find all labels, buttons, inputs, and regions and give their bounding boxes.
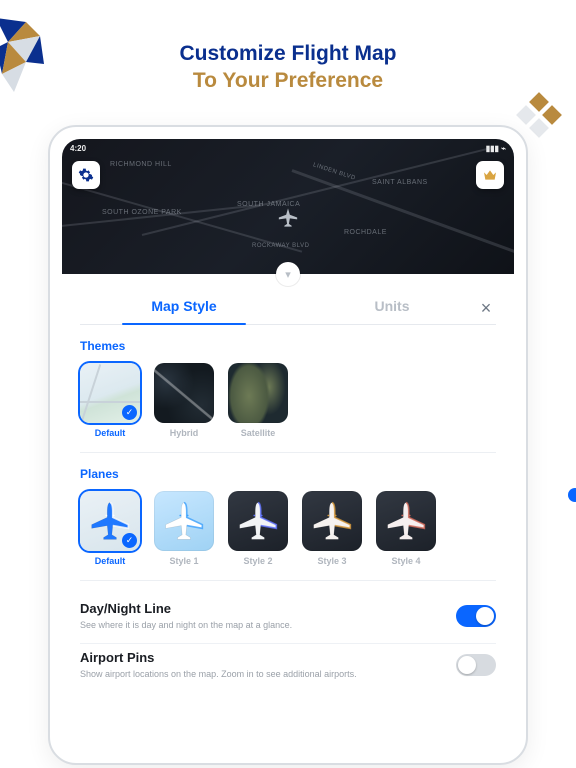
map-settings-button[interactable] <box>72 161 100 189</box>
check-icon: ✓ <box>122 405 137 420</box>
tablet-screen: 4:20 ▮▮▮ ⌁ RICHMOND HILL SOUTH OZONE PAR… <box>62 139 514 751</box>
plane-option-3[interactable]: Style 3 <box>302 491 362 566</box>
map-area[interactable]: 4:20 ▮▮▮ ⌁ RICHMOND HILL SOUTH OZONE PAR… <box>62 139 514 274</box>
map-label: SAINT ALBANS <box>372 179 428 186</box>
sheet-handle[interactable]: ▾ <box>276 262 300 286</box>
plane-option-4[interactable]: Style 4 <box>376 491 436 566</box>
plane-label: Style 2 <box>243 556 272 566</box>
status-bar: 4:20 ▮▮▮ ⌁ <box>62 139 514 155</box>
theme-label: Satellite <box>241 428 276 438</box>
toggle-row-0: Day/Night Line See where it is day and n… <box>80 595 496 644</box>
divider <box>80 452 496 453</box>
toggle-desc: Show airport locations on the map. Zoom … <box>80 668 357 680</box>
toggle-switch[interactable] <box>456 605 496 627</box>
toggle-knob <box>476 607 494 625</box>
toggle-knob <box>458 656 476 674</box>
map-label: RICHMOND HILL <box>110 161 172 168</box>
toggle-row-1: Airport Pins Show airport locations on t… <box>80 644 496 692</box>
theme-option-satellite[interactable]: Satellite <box>228 363 288 438</box>
plane-option-2[interactable]: Style 2 <box>228 491 288 566</box>
theme-option-default[interactable]: ✓ Default <box>80 363 140 438</box>
plane-label: Style 4 <box>391 556 420 566</box>
map-label: Rockaway Blvd <box>252 243 309 249</box>
toggle-desc: See where it is day and night on the map… <box>80 619 292 631</box>
map-premium-button[interactable] <box>476 161 504 189</box>
settings-sheet: Map Style Units × Themes ✓ Default <box>62 274 514 751</box>
toggle-switch[interactable] <box>456 654 496 676</box>
toggle-title: Airport Pins <box>80 650 357 665</box>
themes-heading: Themes <box>80 339 496 353</box>
plane-option-1[interactable]: Style 1 <box>154 491 214 566</box>
crown-icon <box>482 167 498 183</box>
plane-icon <box>154 491 214 551</box>
themes-section: Themes ✓ Default Hybrid Satellite <box>80 339 496 438</box>
theme-label: Hybrid <box>170 428 199 438</box>
promo-line-1: Customize Flight Map <box>0 40 576 67</box>
tablet-frame: 4:20 ▮▮▮ ⌁ RICHMOND HILL SOUTH OZONE PAR… <box>48 125 528 765</box>
tab-units[interactable]: Units <box>288 298 496 324</box>
promo-heading: Customize Flight Map To Your Preference <box>0 0 576 95</box>
tab-row: Map Style Units <box>80 298 496 325</box>
theme-option-hybrid[interactable]: Hybrid <box>154 363 214 438</box>
theme-label: Default <box>95 428 126 438</box>
plane-icon <box>228 491 288 551</box>
plane-option-0[interactable]: ✓ Default <box>80 491 140 566</box>
decor-origami-left <box>0 18 50 94</box>
planes-section: Planes ✓ Default Style 1 Style 2 <box>80 467 496 566</box>
aircraft-icon <box>277 207 299 234</box>
promo-line-2: To Your Preference <box>0 67 576 94</box>
decor-diamonds-right <box>516 92 568 144</box>
pager-dot <box>568 488 576 502</box>
status-time: 4:20 <box>70 144 86 153</box>
close-button[interactable]: × <box>474 296 498 320</box>
check-icon: ✓ <box>122 533 137 548</box>
tab-map-style[interactable]: Map Style <box>80 298 288 324</box>
map-label: ROCHDALE <box>344 229 387 236</box>
planes-heading: Planes <box>80 467 496 481</box>
plane-icon <box>376 491 436 551</box>
divider <box>80 580 496 581</box>
gear-icon <box>78 167 94 183</box>
toggle-title: Day/Night Line <box>80 601 292 616</box>
plane-icon <box>302 491 362 551</box>
plane-label: Style 3 <box>317 556 346 566</box>
map-label: SOUTH OZONE PARK <box>102 209 182 216</box>
plane-label: Style 1 <box>169 556 198 566</box>
plane-label: Default <box>95 556 126 566</box>
